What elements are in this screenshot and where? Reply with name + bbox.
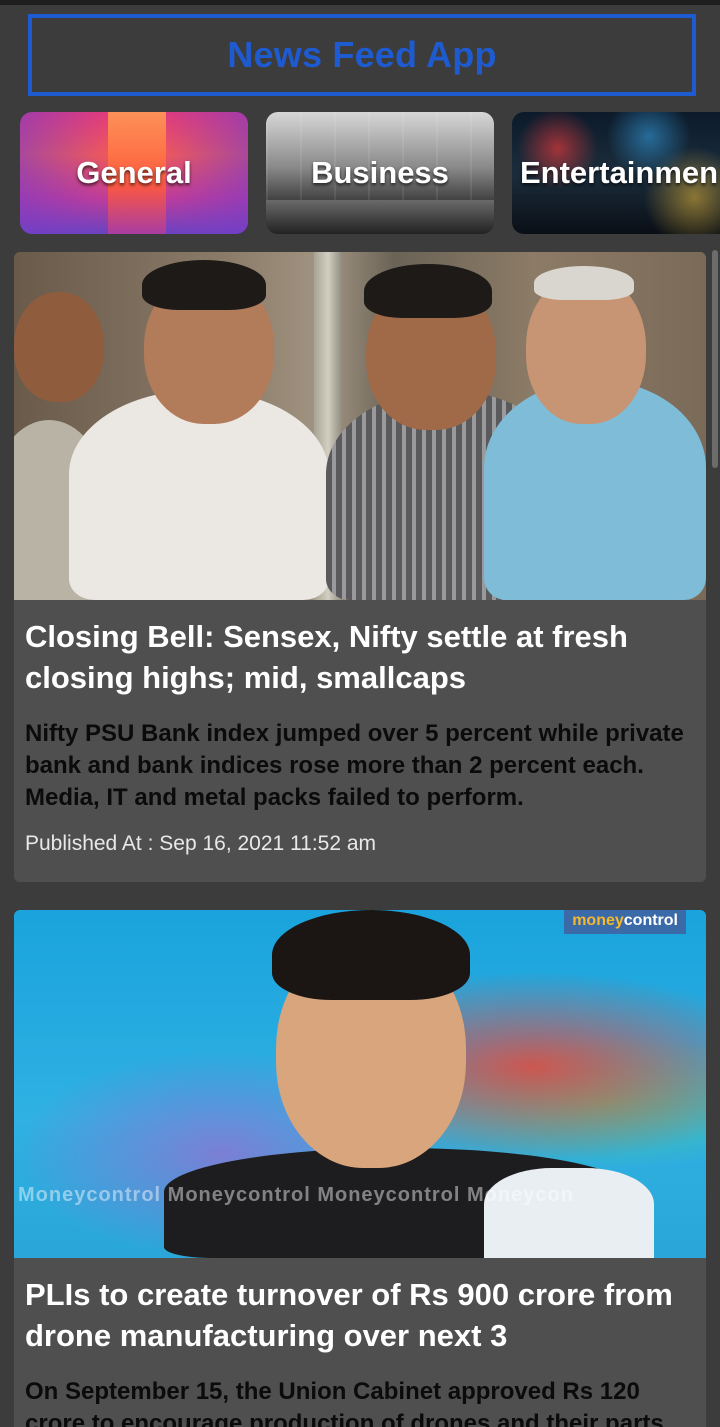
category-card-business[interactable]: Business <box>266 112 494 234</box>
image-person-hair <box>364 264 492 318</box>
image-person-hair <box>272 910 470 1000</box>
category-label-business: Business <box>311 155 449 190</box>
app-screen: News Feed App General Business Entertain… <box>0 0 720 1427</box>
category-carousel[interactable]: General Business Entertainmen <box>0 112 720 236</box>
status-bar-edge <box>0 0 720 5</box>
app-title-bar: News Feed App <box>28 14 696 96</box>
moneycontrol-logo: moneycontrol <box>564 910 686 934</box>
category-business-image <box>266 200 494 234</box>
category-card-general[interactable]: General <box>20 112 248 234</box>
image-person-hair <box>534 266 634 300</box>
news-card-published: Published At : Sep 16, 2021 11:52 am <box>25 832 377 855</box>
category-label-entertainment: Entertainmen <box>520 155 719 190</box>
news-card-description: On September 15, the Union Cabinet appro… <box>25 1378 664 1427</box>
image-person-head <box>14 292 104 402</box>
image-person-hair <box>142 260 266 310</box>
category-label-general: General <box>76 155 192 190</box>
news-card-description: Nifty PSU Bank index jumped over 5 perce… <box>25 720 684 811</box>
news-card[interactable]: moneycontrol Moneycontrol Moneycontrol M… <box>14 910 706 1427</box>
news-card[interactable]: Closing Bell: Sensex, Nifty settle at fr… <box>14 252 706 882</box>
scrollbar[interactable] <box>712 250 718 468</box>
category-card-entertainment[interactable]: Entertainmen <box>512 112 720 234</box>
image-watermark: Moneycontrol Moneycontrol Moneycontrol M… <box>18 1184 574 1206</box>
app-title: News Feed App <box>227 34 497 75</box>
news-card-image: moneycontrol Moneycontrol Moneycontrol M… <box>14 910 706 1258</box>
news-card-image <box>14 252 706 600</box>
news-card-title[interactable]: PLIs to create turnover of Rs 900 crore … <box>25 1274 694 1356</box>
image-person-shirt <box>484 1168 654 1258</box>
news-card-title[interactable]: Closing Bell: Sensex, Nifty settle at fr… <box>25 616 694 698</box>
